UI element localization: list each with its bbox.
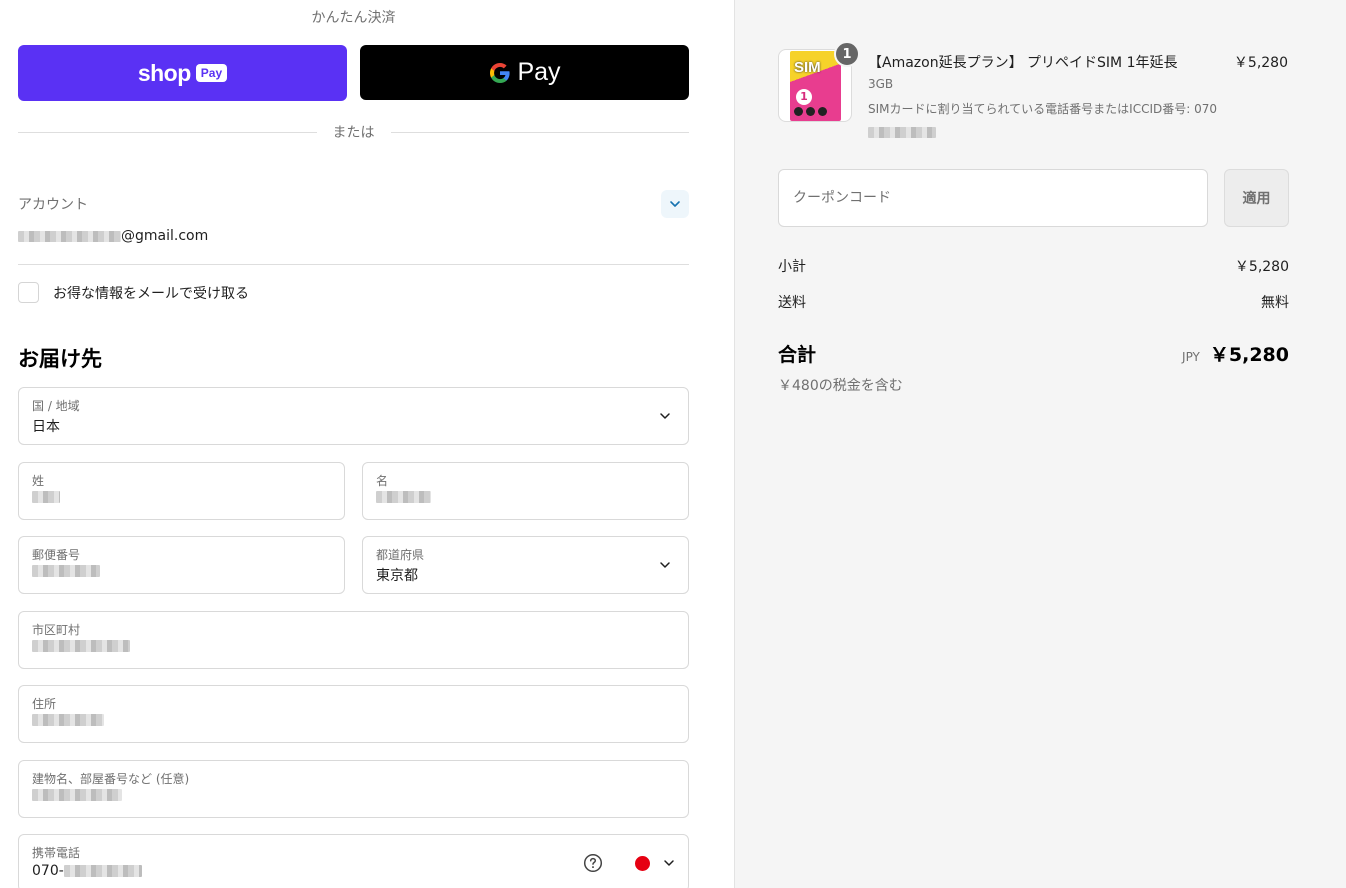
newsletter-checkbox[interactable] [18,282,39,303]
chevron-down-icon[interactable] [662,856,676,870]
country-value: 日本 [32,419,60,435]
phone-prefix: 070- [32,863,64,879]
product-variant: 3GB [868,77,894,91]
chevron-down-icon [660,413,670,419]
chevron-down-icon [660,562,670,568]
shipping-row: 送料 無料 [778,292,1289,312]
express-checkout-title: かんたん決済 [311,10,396,26]
phone-label: 携帯電話 [32,846,81,860]
checkout-form-column: かんたん決済 shop Pay Pay または アカウント @gmail.com… [0,0,734,888]
redacted-value [32,789,122,801]
quantity-badge: 1 [834,41,860,67]
divider-line-right [390,131,689,133]
redacted-value [376,491,431,503]
address-field[interactable]: 住所 [18,685,689,743]
account-label: アカウント [18,197,88,213]
product-image-dots [794,107,827,116]
shipping-section-title: お届け先 [18,347,102,371]
redacted-value [63,865,142,877]
redacted-email-user [18,230,121,242]
product-image: SIM 1 [790,51,841,121]
shop-pay-logo-word: shop [137,59,191,86]
tax-note: ￥480の税金を含む [778,378,903,394]
postal-code-value [32,565,100,577]
shop-pay-logo-badge: Pay [195,64,228,82]
japan-flag-icon[interactable] [635,856,650,871]
apply-coupon-button[interactable]: 適用 [1224,169,1289,227]
country-select[interactable]: 国 / 地域 日本 [18,387,689,445]
redacted-value [32,714,104,726]
shipping-value: 無料 [1261,295,1289,311]
product-price: ￥5,280 [1233,55,1288,71]
chevron-down-icon [670,201,680,207]
order-summary-column: SIM 1 1 【Amazon延長プラン】 プリペイドSIM 1年延長 ￥5,2… [734,0,1346,888]
first-name-label: 名 [376,474,389,488]
postal-code-field[interactable]: 郵便番号 [18,536,345,594]
newsletter-opt-in[interactable]: お得な情報をメールで受け取る [18,282,249,303]
address-label: 住所 [32,697,57,711]
redacted-value [868,127,936,138]
product-note-text: SIMカードに割り当てられている電話番号またはICCID番号: 070 [868,102,1217,116]
redacted-value [32,491,60,503]
divider-line-left [18,131,317,133]
total-label: 合計 [778,344,817,366]
redacted-value [32,565,100,577]
subtotal-value: ￥5,280 [1234,259,1289,275]
building-field[interactable]: 建物名、部屋番号など (任意) [18,760,689,818]
product-image-sim-text: SIM [794,59,821,76]
account-email-domain: @gmail.com [121,228,209,244]
last-name-label: 姓 [32,474,45,488]
redacted-value [32,640,130,652]
prefecture-select[interactable]: 都道府県 東京都 [362,536,689,594]
google-g-icon [490,62,511,83]
prefecture-value: 東京都 [376,568,418,584]
account-divider [18,264,689,265]
or-divider-label: または [332,125,375,141]
phone-value: 070- [32,863,142,879]
total-currency: JPY [1182,350,1200,364]
product-note: SIMカードに割り当てられている電話番号またはICCID番号: 070 [868,98,1218,144]
shipping-label: 送料 [778,295,806,311]
last-name-value [32,491,60,503]
or-divider: または [18,122,689,142]
prefecture-label: 都道府県 [376,548,425,562]
subtotal-label: 小計 [778,259,806,275]
total-row: 合計 JPY ￥5,280 [778,340,1289,367]
address-value [32,714,104,726]
city-value [32,640,130,652]
first-name-value [376,491,431,503]
total-value: ￥5,280 [1209,344,1289,366]
account-expand-button[interactable] [661,190,689,218]
city-field[interactable]: 市区町村 [18,611,689,669]
country-label: 国 / 地域 [32,399,80,413]
google-pay-button[interactable]: Pay [360,45,689,100]
building-value [32,789,122,801]
city-label: 市区町村 [32,623,81,637]
subtotal-row: 小計 ￥5,280 [778,256,1289,276]
help-circle-icon[interactable] [583,853,603,873]
building-label: 建物名、部屋番号など (任意) [32,772,190,786]
shop-pay-button[interactable]: shop Pay [18,45,347,101]
first-name-field[interactable]: 名 [362,462,689,520]
product-image-number: 1 [796,89,812,105]
google-pay-word: Pay [517,58,561,86]
product-name: 【Amazon延長プラン】 プリペイドSIM 1年延長 [868,55,1178,71]
newsletter-label: お得な情報をメールで受け取る [53,285,249,302]
total-amount: JPY ￥5,280 [1182,340,1289,367]
postal-code-label: 郵便番号 [32,548,81,562]
account-email: @gmail.com [18,228,208,244]
phone-field[interactable]: 携帯電話 070- [18,834,689,888]
coupon-code-input[interactable] [778,169,1208,227]
last-name-field[interactable]: 姓 [18,462,345,520]
